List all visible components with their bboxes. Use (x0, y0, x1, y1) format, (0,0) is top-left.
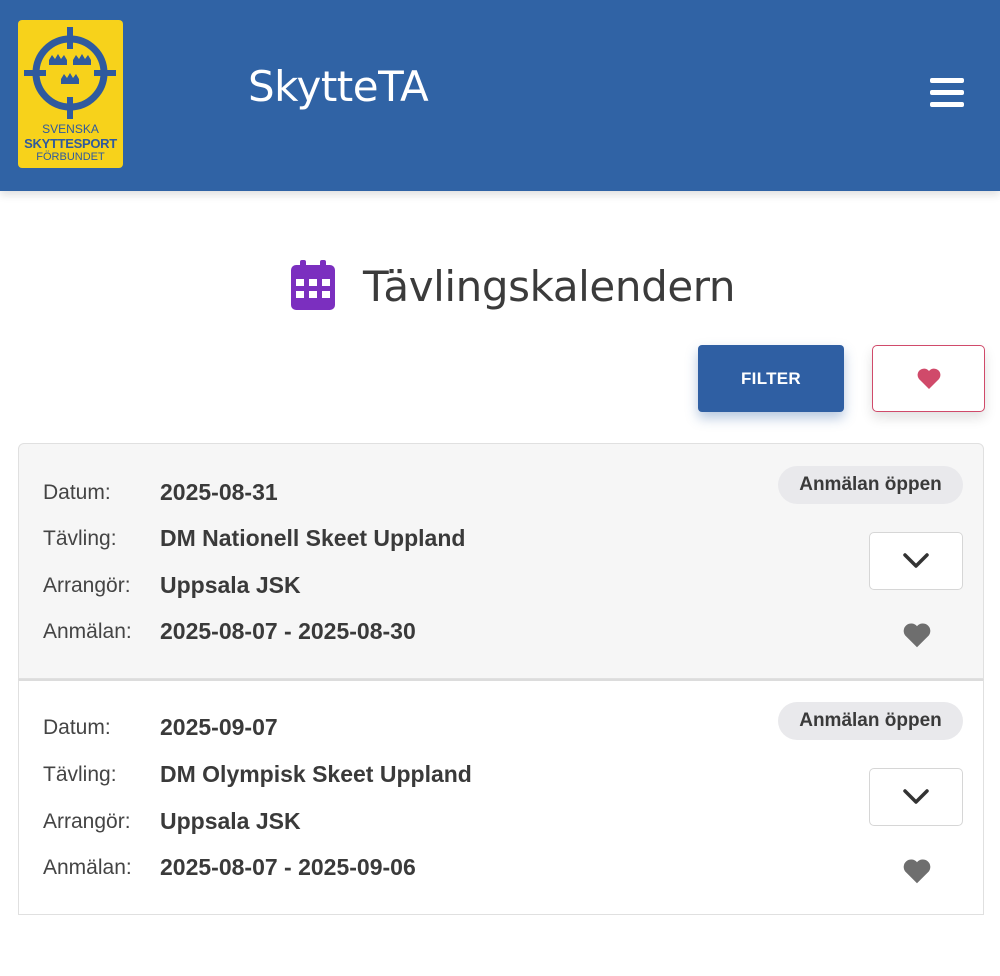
logo-text-line3: FÖRBUNDET (36, 151, 105, 163)
competition-card: Datum: 2025-09-07 Tävling: DM Olympisk S… (18, 679, 984, 915)
favorites-filter-button[interactable] (872, 345, 985, 412)
status-badge: Anmälan öppen (778, 702, 963, 740)
expand-button[interactable] (869, 768, 963, 826)
organizer-value: Uppsala JSK (160, 808, 301, 834)
chevron-down-icon (903, 789, 929, 804)
favorite-heart-icon[interactable] (903, 622, 931, 648)
date-label: Datum: (43, 716, 111, 739)
competition-card: Datum: 2025-08-31 Tävling: DM Nationell … (18, 443, 984, 679)
date-value: 2025-08-31 (160, 479, 278, 505)
page-heading: Tävlingskalendern (0, 258, 1000, 314)
date-label: Datum: (43, 481, 111, 504)
organizer-value: Uppsala JSK (160, 572, 301, 598)
page-title: Tävlingskalendern (363, 262, 736, 311)
heart-icon (917, 368, 940, 389)
organizer-label: Arrangör: (43, 810, 131, 833)
organizer-label: Arrangör: (43, 574, 131, 597)
favorite-heart-icon[interactable] (903, 858, 931, 884)
registration-period: 2025-08-07 - 2025-08-30 (160, 618, 416, 644)
status-badge: Anmälan öppen (778, 466, 963, 504)
hamburger-menu-icon[interactable] (930, 78, 964, 108)
registration-period: 2025-08-07 - 2025-09-06 (160, 854, 416, 880)
app-title[interactable]: SkytteTA (248, 62, 429, 111)
app-header: SVENSKA SKYTTESPORT FÖRBUNDET SkytteTA (0, 0, 1000, 191)
federation-logo[interactable]: SVENSKA SKYTTESPORT FÖRBUNDET (18, 20, 123, 168)
competition-label: Tävling: (43, 763, 117, 786)
expand-button[interactable] (869, 532, 963, 590)
logo-text-line1: SVENSKA (42, 122, 99, 136)
crosshair-logo-icon (24, 27, 116, 119)
registration-label: Anmälan: (43, 856, 132, 879)
registration-label: Anmälan: (43, 620, 132, 643)
competition-name: DM Nationell Skeet Uppland (160, 525, 466, 551)
competition-label: Tävling: (43, 527, 117, 550)
logo-text-line2: SKYTTESPORT (24, 136, 117, 151)
chevron-down-icon (903, 553, 929, 568)
filter-button[interactable]: FILTER (698, 345, 844, 412)
date-value: 2025-09-07 (160, 714, 278, 740)
calendar-icon (291, 260, 335, 310)
competition-name: DM Olympisk Skeet Uppland (160, 761, 472, 787)
